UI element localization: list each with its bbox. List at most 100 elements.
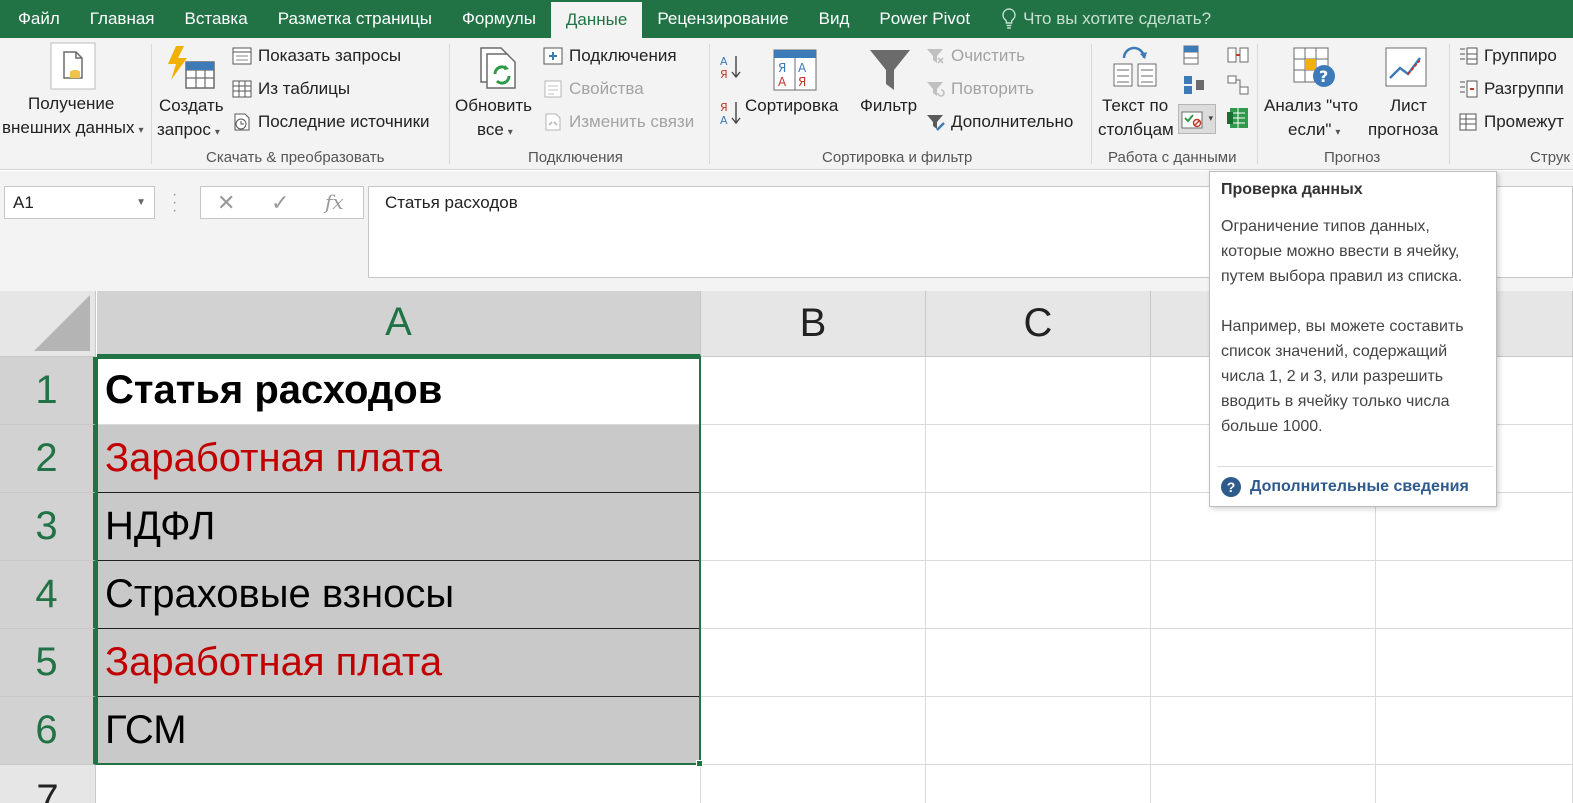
group-label-get-transform: Скачать & преобразовать [206, 149, 385, 166]
cell-c4[interactable] [926, 561, 1151, 629]
tab-home[interactable]: Главная [75, 0, 170, 38]
show-queries-button[interactable]: Показать запросы [232, 46, 401, 66]
cell-b4[interactable] [701, 561, 926, 629]
drag-handle-icon[interactable]: · · · [172, 187, 177, 219]
tab-file[interactable]: Файл [0, 0, 75, 38]
name-box[interactable]: A1 ▼ [4, 186, 155, 219]
tab-data[interactable]: Данные [550, 2, 643, 38]
confirm-entry-icon[interactable]: ✓ [271, 190, 289, 216]
cell-a7[interactable] [97, 765, 701, 803]
group-rows-button[interactable]: Группиро [1458, 46, 1557, 66]
column-header-c[interactable]: C [926, 291, 1151, 357]
chevron-down-icon[interactable]: ▼ [136, 187, 146, 218]
new-query-line2: запрос ▾ [157, 118, 220, 145]
cell-a3[interactable]: НДФЛ [97, 493, 700, 561]
flash-fill-icon[interactable] [1182, 44, 1206, 66]
cell-d7[interactable] [1151, 765, 1376, 803]
insert-function-icon[interactable]: fx [325, 190, 344, 214]
manage-data-model-icon[interactable] [1226, 106, 1250, 130]
remove-duplicates-icon[interactable] [1226, 44, 1250, 66]
tab-power-pivot[interactable]: Power Pivot [864, 0, 985, 38]
what-if-label2: если" [1288, 120, 1332, 139]
cell-b2[interactable] [701, 425, 926, 493]
cell-d5[interactable] [1151, 629, 1376, 697]
cell-b6[interactable] [701, 697, 926, 765]
clear-filter-button[interactable]: Очистить [925, 46, 1025, 66]
tab-insert[interactable]: Вставка [170, 0, 263, 38]
recent-sources-button[interactable]: Последние источники [232, 112, 430, 132]
row-header-1[interactable]: 1 [0, 357, 96, 425]
cell-d6[interactable] [1151, 697, 1376, 765]
cell-a4[interactable]: Страховые взносы [97, 561, 700, 629]
get-external-data-line2: внешних данных ▾ [2, 116, 144, 143]
get-external-data-button[interactable] [50, 42, 96, 95]
advanced-filter-button[interactable]: Дополнительно [925, 112, 1073, 132]
filter-button[interactable]: Фильтр [860, 94, 917, 118]
forecast-sheet-line2[interactable]: прогноза [1368, 118, 1438, 142]
tab-view[interactable]: Вид [804, 0, 865, 38]
chevron-down-icon[interactable]: ▾ [1208, 113, 1213, 124]
chevron-down-icon: ▾ [214, 127, 220, 138]
tell-me-more-link[interactable]: ? Дополнительные сведения [1221, 477, 1469, 497]
consolidate-icon[interactable] [1182, 74, 1206, 96]
row-header-6[interactable]: 6 [0, 697, 96, 765]
cell-d4[interactable] [1151, 561, 1376, 629]
tab-page-layout[interactable]: Разметка страницы [263, 0, 447, 38]
row-header-2[interactable]: 2 [0, 425, 96, 493]
fill-handle[interactable] [696, 760, 703, 767]
row-header-5[interactable]: 5 [0, 629, 96, 697]
sort-descending-button[interactable]: ЯА [720, 100, 742, 131]
cell-a2[interactable]: Заработная плата [97, 425, 700, 493]
cell-b7[interactable] [701, 765, 926, 803]
cell-b5[interactable] [701, 629, 926, 697]
row-header-3[interactable]: 3 [0, 493, 96, 561]
row-header-7[interactable]: 7 [0, 765, 96, 803]
reapply-filter-button[interactable]: Повторить [925, 79, 1034, 99]
select-all-button[interactable] [0, 291, 96, 357]
cell-a5[interactable]: Заработная плата [97, 629, 700, 697]
tab-formulas[interactable]: Формулы [447, 0, 551, 38]
subtotal-button[interactable]: Промежут [1458, 112, 1564, 132]
cell-e4[interactable] [1376, 561, 1573, 629]
what-if-line2[interactable]: если" ▾ [1288, 118, 1340, 145]
cell-e6[interactable] [1376, 697, 1573, 765]
row-header-4[interactable]: 4 [0, 561, 96, 629]
text-to-columns-line2[interactable]: столбцам [1098, 118, 1174, 142]
what-if-line1[interactable]: Анализ "что [1264, 94, 1358, 118]
cell-c1[interactable] [926, 357, 1151, 425]
cell-b3[interactable] [701, 493, 926, 561]
column-header-a[interactable]: A [97, 291, 701, 357]
relationships-icon[interactable] [1226, 74, 1250, 96]
from-table-button[interactable]: Из таблицы [232, 79, 350, 99]
text-to-columns-line1[interactable]: Текст по [1102, 94, 1168, 118]
cell-e5[interactable] [1376, 629, 1573, 697]
column-header-b[interactable]: B [701, 291, 926, 357]
cell-c6[interactable] [926, 697, 1151, 765]
cell-b1[interactable] [701, 357, 926, 425]
connections-button[interactable]: Подключения [543, 46, 677, 66]
tell-me-search[interactable]: Что вы хотите сделать? [985, 0, 1211, 38]
cell-c7[interactable] [926, 765, 1151, 803]
properties-button[interactable]: Свойства [543, 79, 644, 99]
cancel-entry-icon[interactable]: ✕ [217, 190, 235, 216]
group-get-transform: Создать запрос ▾ Показать запросы Из табл… [152, 38, 448, 169]
edit-links-button[interactable]: Изменить связи [543, 112, 694, 132]
refresh-all-line1: Обновить [455, 96, 532, 115]
ungroup-rows-button[interactable]: Разгруппи [1458, 79, 1564, 99]
cell-e7[interactable] [1376, 765, 1573, 803]
new-query-button[interactable] [166, 44, 218, 97]
cell-c5[interactable] [926, 629, 1151, 697]
ribbon-tab-bar: Файл Главная Вставка Разметка страницы Ф… [0, 0, 1573, 38]
forecast-sheet-line1[interactable]: Лист [1390, 94, 1427, 118]
cell-a6[interactable]: ГСМ [97, 697, 700, 765]
cell-c3[interactable] [926, 493, 1151, 561]
reapply-filter-icon [927, 82, 945, 97]
cell-c2[interactable] [926, 425, 1151, 493]
sort-ascending-button[interactable]: АЯ [720, 54, 742, 85]
group-outline: Группиро Разгруппи Промежут Струк [1450, 38, 1573, 169]
refresh-all-button[interactable] [475, 44, 523, 97]
data-validation-button[interactable]: ▾ [1178, 104, 1216, 134]
sort-button[interactable]: Сортировка [745, 94, 838, 118]
cell-a1[interactable]: Статья расходов [97, 357, 700, 425]
tab-review[interactable]: Рецензирование [642, 0, 803, 38]
